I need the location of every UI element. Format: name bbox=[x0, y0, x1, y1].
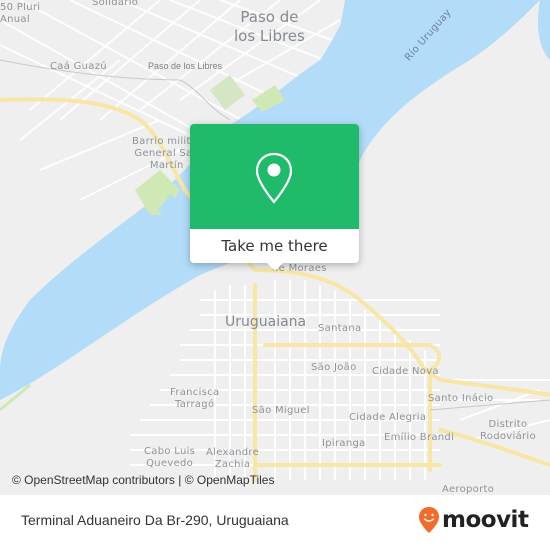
map-label-paso-de-los-libres-small: Paso de los Libres bbox=[148, 61, 223, 71]
moovit-pin-icon bbox=[419, 507, 439, 533]
moovit-wordmark: moovit bbox=[442, 507, 529, 533]
map-label-emilio-brandi: Emílio Brandi bbox=[384, 432, 455, 443]
map-label-paso-de-los-libres: Paso de los Libres bbox=[234, 8, 305, 45]
map-label-distrito-rodoviario: Distrito Rodoviário bbox=[480, 419, 536, 442]
take-me-there-button[interactable]: Take me there bbox=[190, 229, 359, 263]
footer-bar: Terminal Aduaneiro Da Br-290, Uruguaiana… bbox=[0, 495, 550, 550]
map-label-alexandre-zachia: Alexandre Zachia bbox=[206, 447, 260, 470]
map-view[interactable]: 50 Pluri Anual Solidario Caá Guazú Paso … bbox=[0, 0, 550, 495]
moovit-logo[interactable]: moovit bbox=[418, 505, 529, 535]
location-popup: Take me there bbox=[190, 124, 359, 271]
map-label-solidario: Solidario bbox=[92, 0, 139, 8]
popup-header bbox=[190, 124, 359, 229]
map-label-francisca-tarrago: Francisca Tarragó bbox=[170, 387, 220, 410]
map-label-sao-miguel: São Miguel bbox=[252, 405, 310, 416]
place-title: Terminal Aduaneiro Da Br-290, Uruguaiana bbox=[21, 512, 289, 528]
map-label-ipiranga: Ipiranga bbox=[322, 438, 366, 449]
map-attribution[interactable]: © OpenStreetMap contributors | © OpenMap… bbox=[0, 470, 330, 490]
lake-east bbox=[538, 0, 550, 60]
map-label-aeroporto: Aeroporto bbox=[442, 484, 495, 495]
popup-pointer bbox=[266, 262, 284, 271]
map-label-sao-joao: São João bbox=[311, 362, 357, 373]
map-label-santo-inacio: Santo Inácio bbox=[428, 393, 494, 404]
map-label-pluri: 50 Pluri Anual bbox=[0, 2, 41, 25]
map-label-cabo-luis-quevedo: Cabo Luis Quevedo bbox=[144, 446, 196, 469]
map-label-cidade-alegria: Cidade Alegria bbox=[349, 412, 427, 423]
map-label-santana: Santana bbox=[318, 323, 362, 334]
map-pin-icon bbox=[255, 152, 293, 204]
map-label-cidade-nova: Cidade Nova bbox=[372, 366, 439, 377]
map-label-caa-guazu: Caá Guazú bbox=[50, 61, 107, 72]
map-label-uruguaiana: Uruguaiana bbox=[225, 314, 307, 330]
